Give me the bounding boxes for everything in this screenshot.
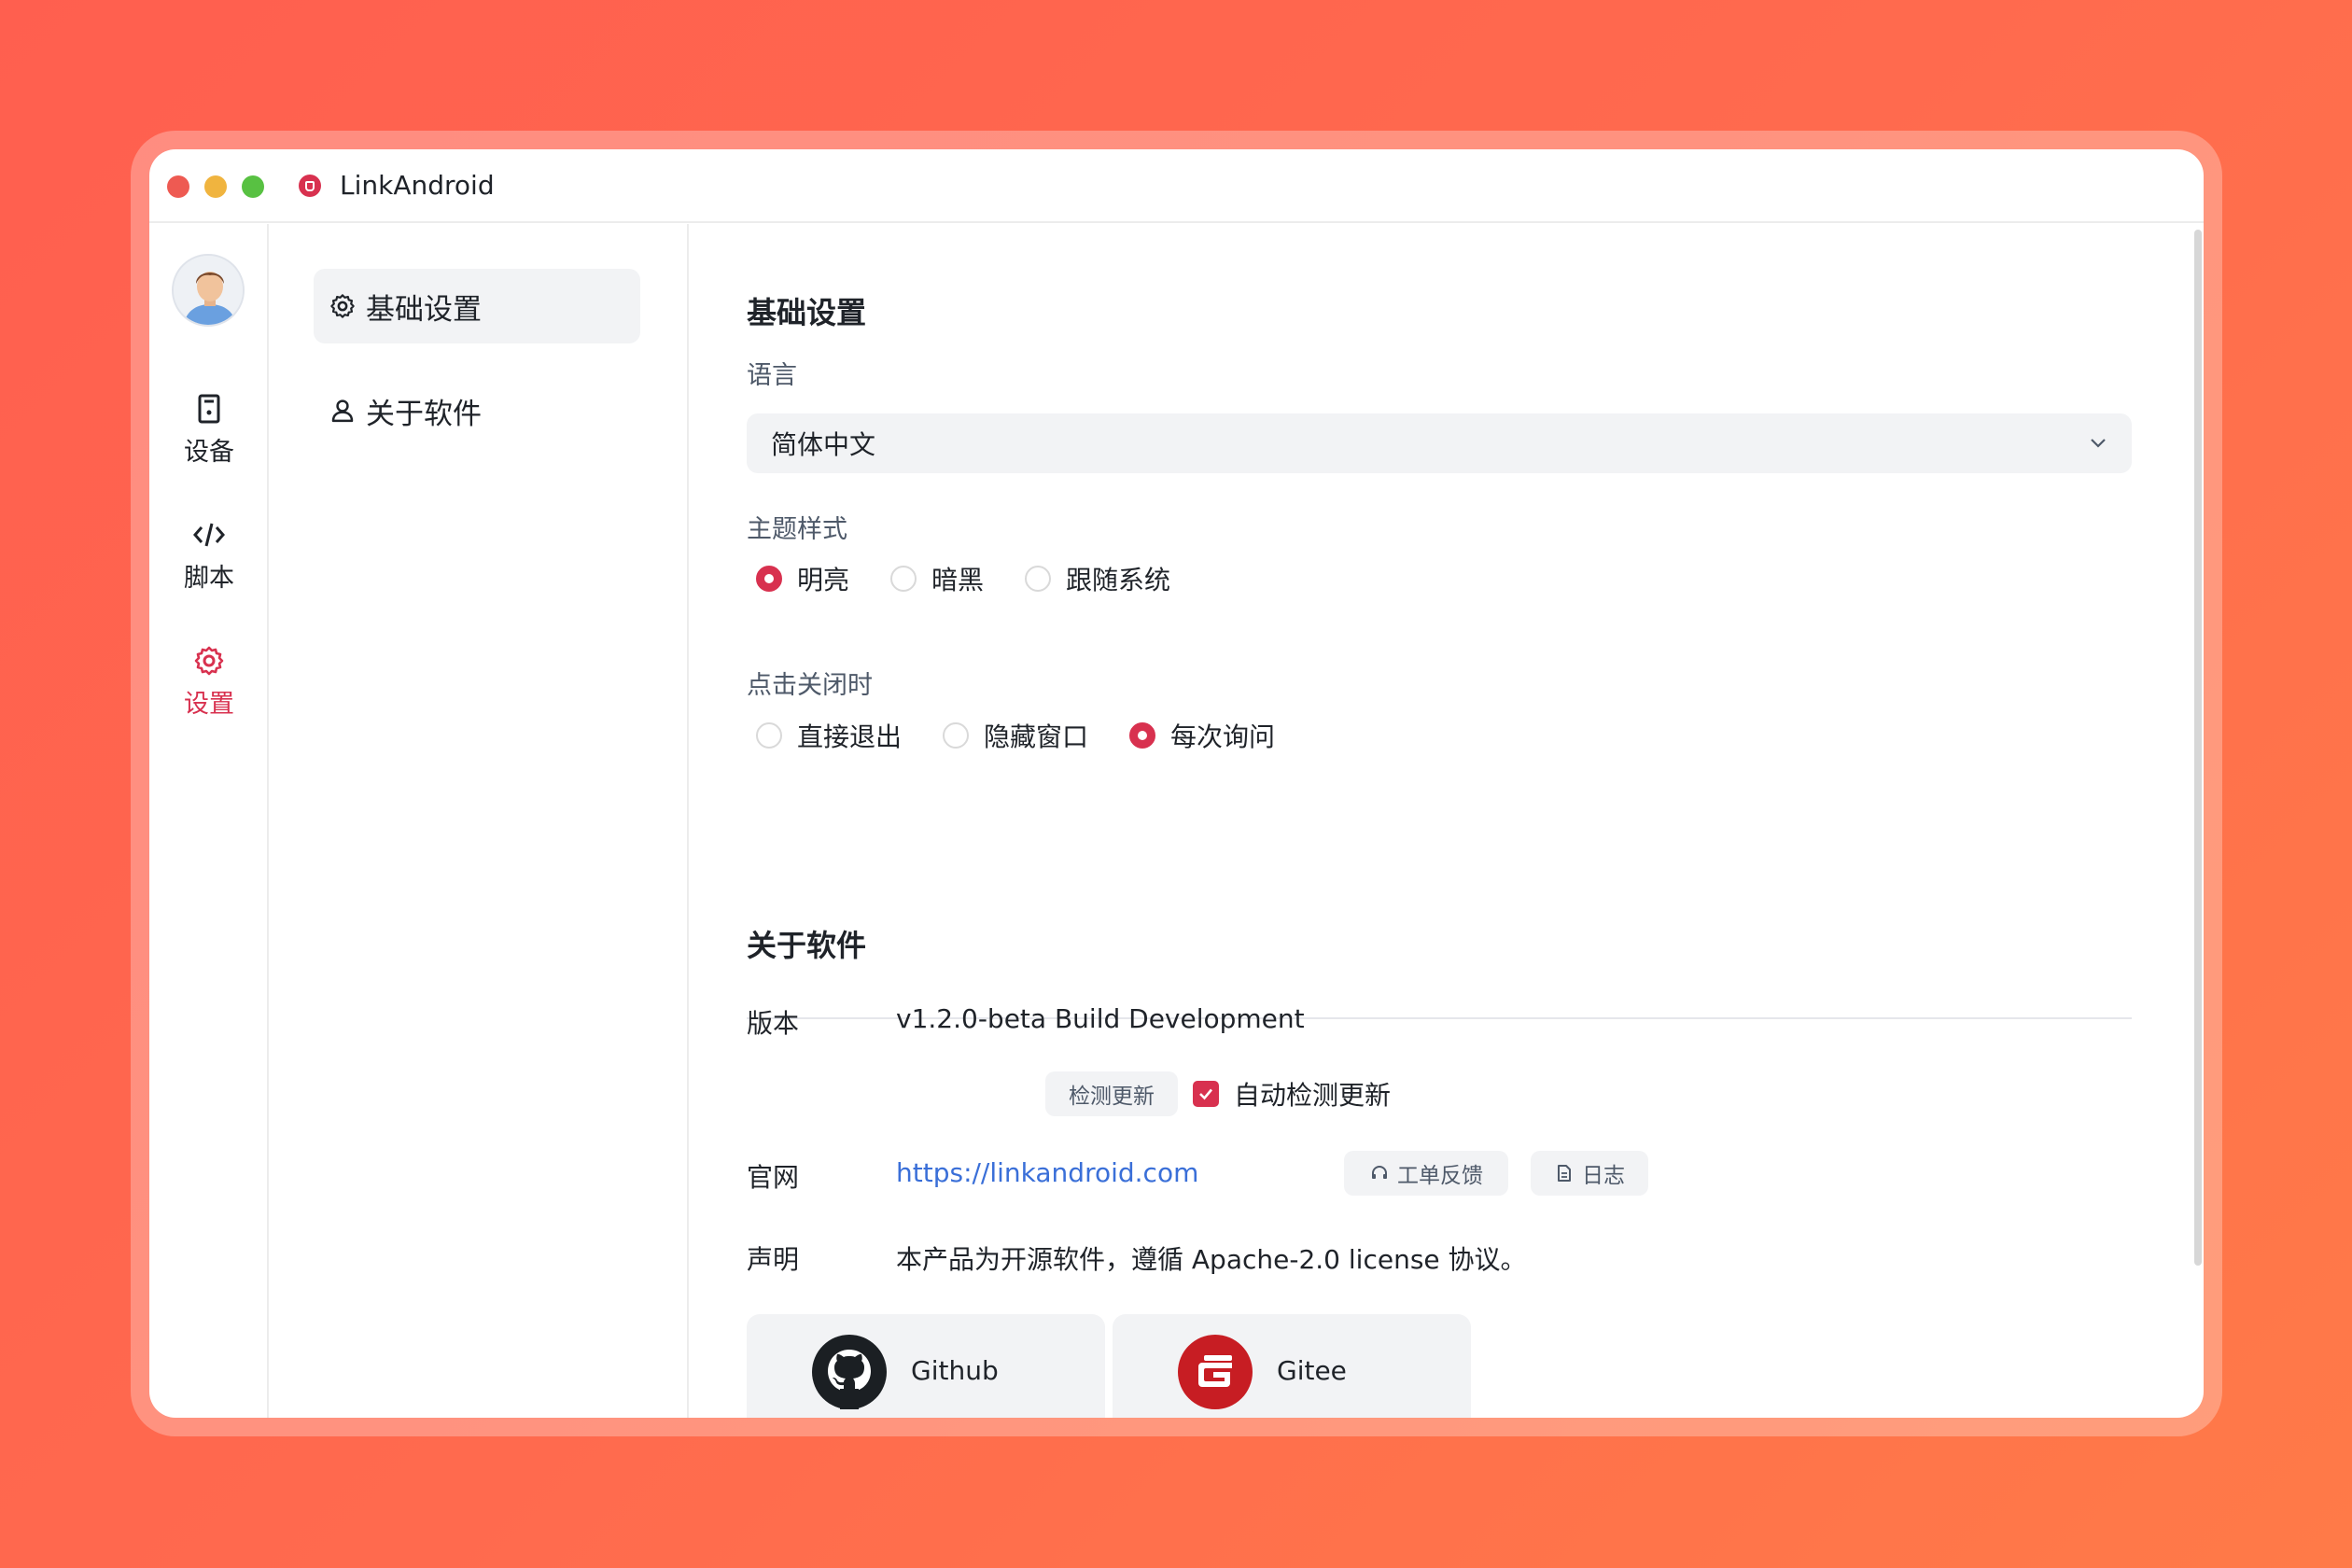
feedback-button[interactable]: 工单反馈 — [1344, 1151, 1508, 1196]
radio-dot — [943, 722, 970, 749]
document-icon — [1558, 1165, 1571, 1182]
website-link[interactable]: https://linkandroid.com — [896, 1157, 1198, 1188]
github-card[interactable]: Github — [747, 1314, 1105, 1418]
headset-icon — [1372, 1166, 1387, 1179]
version-value: v1.2.0-beta Build Development — [896, 1003, 1305, 1034]
app-logo-icon — [299, 175, 321, 197]
auto-check-update-checkbox[interactable]: 自动检测更新 — [1193, 1075, 1391, 1113]
theme-radio-group: 明亮 暗黑 跟随系统 — [756, 560, 1211, 597]
scrollbar[interactable] — [2194, 230, 2202, 1266]
app-window: LinkAndroid 设备 脚本 设置 基础设置 关于软件 基础设置 语言 简… — [149, 149, 2204, 1418]
rail-item-label: 设置 — [184, 690, 234, 719]
window-title: LinkAndroid — [340, 170, 495, 201]
theme-radio-dark[interactable]: 暗黑 — [890, 560, 984, 597]
log-button[interactable]: 日志 — [1531, 1151, 1648, 1196]
radio-label: 隐藏窗口 — [984, 721, 1089, 752]
title-bar[interactable]: LinkAndroid — [149, 149, 2204, 223]
radio-label: 每次询问 — [1170, 721, 1276, 752]
section-title-about: 关于软件 — [747, 928, 867, 963]
radio-dot — [1025, 566, 1052, 592]
github-card-label: Github — [911, 1355, 999, 1386]
rail-item-settings[interactable]: 设置 — [149, 644, 269, 720]
statement-text: 本产品为开源软件，遵循 Apache-2.0 license 协议。 — [896, 1244, 1527, 1275]
close-radio-ask[interactable]: 每次询问 — [1129, 717, 1275, 754]
log-button-label: 日志 — [1582, 1164, 1625, 1188]
maximize-window-button[interactable] — [242, 175, 264, 198]
radio-label: 跟随系统 — [1066, 565, 1171, 595]
close-radio-exit[interactable]: 直接退出 — [756, 717, 902, 754]
settings-subnav: 基础设置 关于软件 — [269, 224, 689, 1418]
statement-label: 声明 — [747, 1244, 800, 1275]
theme-radio-light[interactable]: 明亮 — [756, 560, 849, 597]
rail-item-scripts[interactable]: 脚本 — [149, 518, 269, 594]
chevron-down-icon — [2091, 439, 2106, 448]
website-label: 官网 — [747, 1162, 800, 1193]
theme-radio-system[interactable]: 跟随系统 — [1025, 560, 1170, 597]
feedback-button-label: 工单反馈 — [1397, 1164, 1483, 1188]
check-update-button[interactable]: 检测更新 — [1045, 1071, 1178, 1116]
code-icon — [193, 523, 225, 547]
radio-dot — [756, 566, 782, 592]
radio-dot — [1129, 722, 1156, 749]
rail-item-label: 脚本 — [184, 564, 234, 593]
subnav-item-label: 关于软件 — [366, 397, 482, 431]
close-radio-hide[interactable]: 隐藏窗口 — [943, 717, 1088, 754]
gear-icon — [330, 294, 355, 318]
radio-dot — [890, 566, 917, 592]
minimize-window-button[interactable] — [204, 175, 227, 198]
section-title-basic: 基础设置 — [747, 295, 867, 330]
gitee-card[interactable]: Gitee — [1113, 1314, 1471, 1418]
radio-label: 暗黑 — [931, 565, 985, 595]
rail-item-label: 设备 — [184, 438, 234, 467]
device-icon — [198, 394, 220, 424]
avatar[interactable] — [172, 254, 245, 327]
radio-dot — [756, 722, 782, 749]
avatar-icon — [174, 256, 243, 325]
subnav-item-about[interactable]: 关于软件 — [314, 373, 640, 448]
gear-icon — [194, 646, 224, 676]
radio-label: 明亮 — [797, 565, 850, 595]
language-label: 语言 — [747, 361, 797, 390]
auto-check-update-label: 自动检测更新 — [1234, 1080, 1392, 1111]
checkbox-box — [1193, 1081, 1219, 1107]
close-radio-group: 直接退出 隐藏窗口 每次询问 — [756, 717, 1316, 754]
language-select-value: 简体中文 — [771, 429, 876, 460]
subnav-item-label: 基础设置 — [366, 292, 482, 327]
rail-item-devices[interactable]: 设备 — [149, 392, 269, 468]
settings-content[interactable]: 基础设置 语言 简体中文 主题样式 明亮 暗黑 跟随系统 点击关闭时 直接退出 … — [691, 224, 2204, 1418]
user-icon — [331, 399, 354, 423]
close-window-button[interactable] — [167, 175, 189, 198]
version-label: 版本 — [747, 1008, 800, 1039]
radio-label: 直接退出 — [797, 721, 903, 752]
close-behavior-label: 点击关闭时 — [747, 671, 873, 700]
gitee-card-label: Gitee — [1277, 1355, 1347, 1386]
left-rail: 设备 脚本 设置 — [149, 224, 269, 1418]
subnav-item-basic[interactable]: 基础设置 — [314, 269, 640, 343]
github-icon — [812, 1335, 887, 1409]
theme-label: 主题样式 — [747, 515, 847, 544]
checkmark-icon — [1199, 1088, 1212, 1100]
language-select[interactable]: 简体中文 — [747, 413, 2132, 473]
gitee-icon — [1178, 1335, 1253, 1409]
